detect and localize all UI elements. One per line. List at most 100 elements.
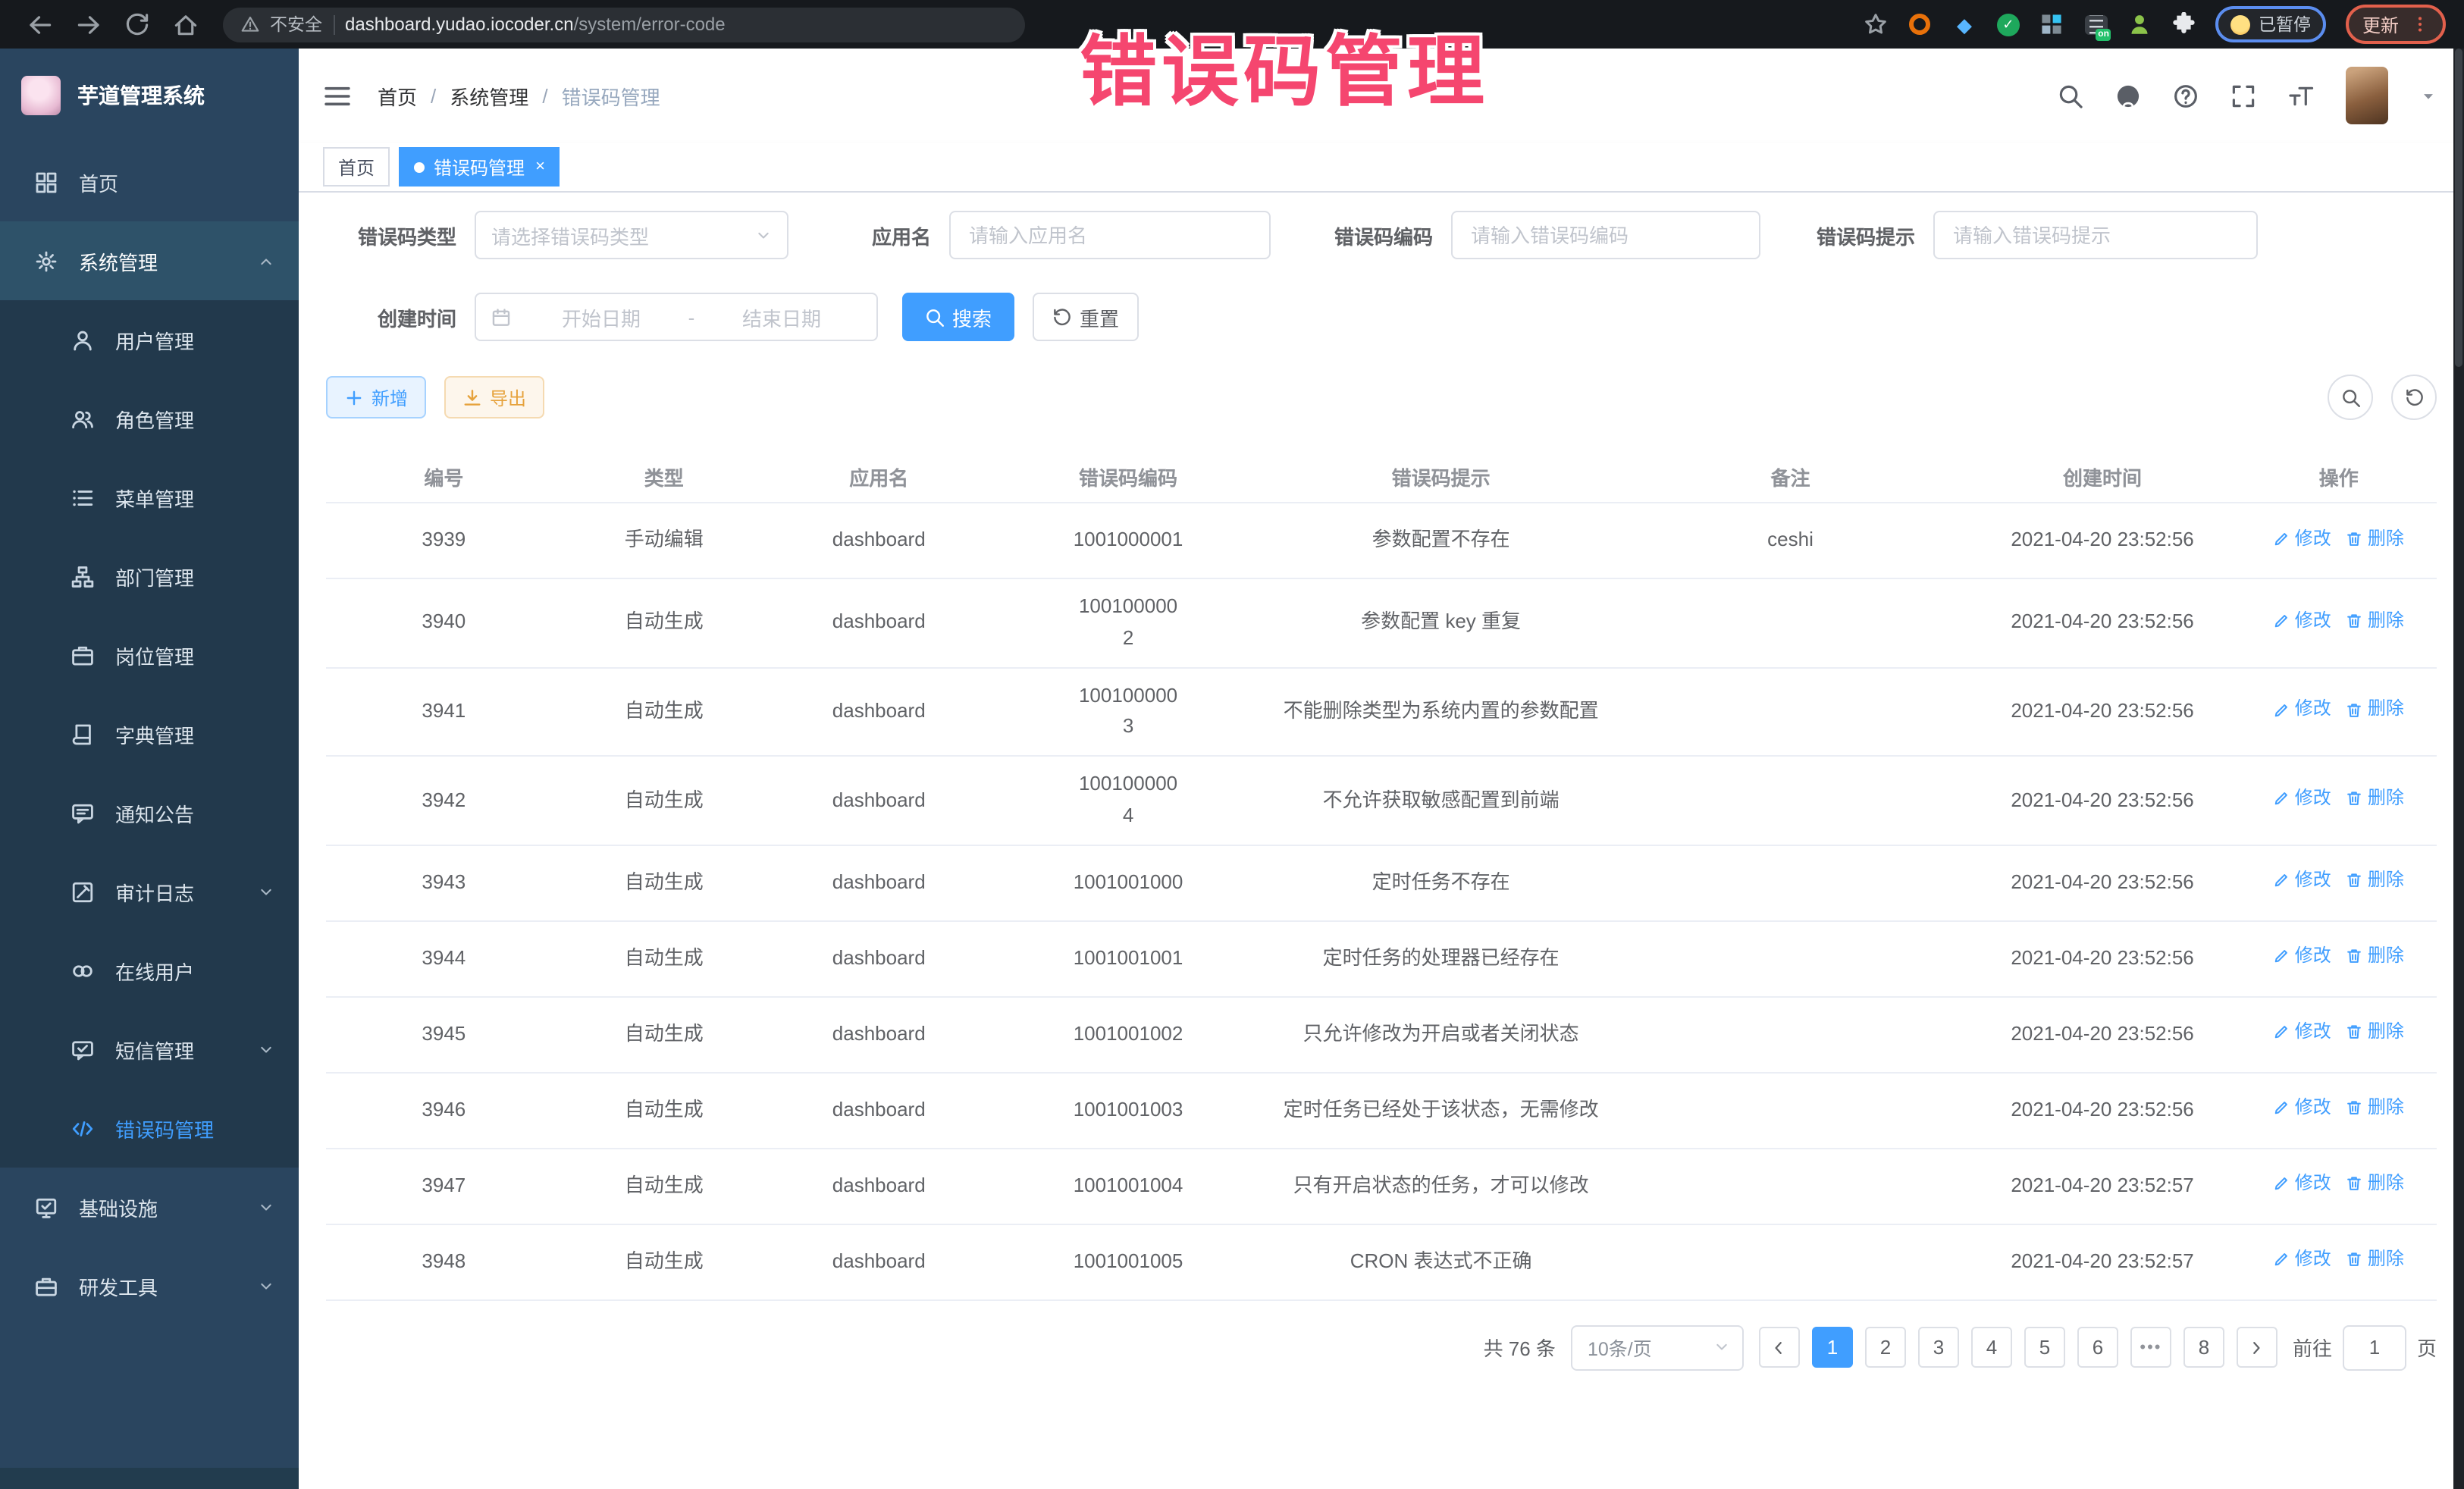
page-button-3[interactable]: 3 bbox=[1918, 1328, 1959, 1368]
delete-link[interactable]: 删除 bbox=[2346, 1094, 2404, 1123]
edit-link[interactable]: 修改 bbox=[2274, 524, 2331, 553]
edit-link[interactable]: 修改 bbox=[2274, 1246, 2331, 1274]
delete-link[interactable]: 删除 bbox=[2346, 784, 2404, 813]
sidebar-item-9[interactable]: 审计日志 bbox=[0, 852, 299, 931]
next-page-button[interactable] bbox=[2237, 1328, 2277, 1368]
delete-link[interactable]: 删除 bbox=[2346, 1170, 2404, 1199]
tab-error-code[interactable]: 错误码管理 × bbox=[399, 147, 560, 187]
caret-down-icon[interactable] bbox=[2420, 87, 2437, 104]
window-scrollbar[interactable] bbox=[2453, 49, 2464, 1489]
sidebar-item-8[interactable]: 通知公告 bbox=[0, 773, 299, 852]
goto-page-input[interactable] bbox=[2343, 1325, 2406, 1371]
fullscreen-icon[interactable] bbox=[2230, 83, 2256, 108]
page-button-8[interactable]: 8 bbox=[2183, 1328, 2224, 1368]
refresh-table-button[interactable] bbox=[2391, 375, 2437, 420]
error-message-input[interactable] bbox=[1950, 222, 2241, 248]
edit-link[interactable]: 修改 bbox=[2274, 607, 2331, 635]
edit-link[interactable]: 修改 bbox=[2274, 784, 2331, 813]
edit-link[interactable]: 修改 bbox=[2274, 1018, 2331, 1047]
delete-link[interactable]: 删除 bbox=[2346, 524, 2404, 553]
error-type-select[interactable]: 请选择错误码类型 bbox=[475, 211, 788, 259]
sidebar-item-0[interactable]: 首页 bbox=[0, 143, 299, 221]
page-button-6[interactable]: 6 bbox=[2077, 1328, 2118, 1368]
sidebar-item-7[interactable]: 字典管理 bbox=[0, 694, 299, 773]
blue-gem-extension-icon[interactable]: ◆ bbox=[1952, 12, 1977, 36]
pager-ellipsis[interactable]: ••• bbox=[2130, 1328, 2171, 1368]
tab-home[interactable]: 首页 bbox=[323, 147, 390, 187]
back-icon[interactable] bbox=[27, 11, 53, 37]
sidebar-item-13[interactable]: 基础设施 bbox=[0, 1168, 299, 1246]
add-button[interactable]: 新增 bbox=[326, 376, 426, 418]
breadcrumb-home[interactable]: 首页 bbox=[378, 81, 417, 110]
hamburger-icon[interactable] bbox=[323, 81, 352, 110]
sidebar-item-6[interactable]: 岗位管理 bbox=[0, 616, 299, 694]
page-button-5[interactable]: 5 bbox=[2024, 1328, 2065, 1368]
search-icon[interactable] bbox=[2058, 83, 2083, 108]
sidebar-collapse-bar[interactable] bbox=[0, 1468, 299, 1489]
sidebar-item-2[interactable]: 用户管理 bbox=[0, 300, 299, 379]
url-text[interactable]: dashboard.yudao.iocoder.cn/system/error-… bbox=[345, 14, 726, 35]
search-button[interactable]: 搜索 bbox=[902, 293, 1014, 341]
filter-label-app: 应用名 bbox=[825, 221, 931, 249]
tab-close-icon[interactable]: × bbox=[535, 158, 545, 175]
reset-button[interactable]: 重置 bbox=[1033, 293, 1139, 341]
browser-update-button[interactable]: 更新 bbox=[2346, 5, 2446, 44]
bookmark-star-icon[interactable] bbox=[1864, 12, 1889, 36]
sidebar-item-3[interactable]: 角色管理 bbox=[0, 379, 299, 458]
home-icon[interactable] bbox=[173, 11, 199, 37]
reload-icon[interactable] bbox=[124, 11, 150, 37]
list-on-extension-icon[interactable]: on bbox=[2084, 12, 2108, 36]
infra-icon bbox=[35, 1196, 58, 1218]
delete-link[interactable]: 删除 bbox=[2346, 1246, 2404, 1274]
sidebar-item-12[interactable]: 错误码管理 bbox=[0, 1089, 299, 1168]
app-name-input[interactable] bbox=[966, 222, 1254, 248]
error-code-input[interactable] bbox=[1468, 222, 1744, 248]
scrollbar-thumb[interactable] bbox=[2455, 49, 2462, 367]
help-icon[interactable] bbox=[2173, 83, 2199, 108]
puzzle-extension-icon[interactable] bbox=[2172, 12, 2196, 36]
breadcrumb-system[interactable]: 系统管理 bbox=[450, 81, 528, 110]
green-check-extension-icon[interactable]: ✓ bbox=[1996, 12, 2020, 36]
page-size-select[interactable]: 10条/页 bbox=[1571, 1325, 1744, 1371]
toggle-search-button[interactable] bbox=[2328, 375, 2373, 420]
page-button-1[interactable]: 1 bbox=[1812, 1328, 1853, 1368]
browser-window: 不安全 dashboard.yudao.iocoder.cn/system/er… bbox=[0, 0, 2464, 1489]
address-bar[interactable]: 不安全 dashboard.yudao.iocoder.cn/system/er… bbox=[223, 7, 1025, 42]
delete-link[interactable]: 删除 bbox=[2346, 695, 2404, 724]
edit-link[interactable]: 修改 bbox=[2274, 1094, 2331, 1123]
edit-link[interactable]: 修改 bbox=[2274, 695, 2331, 724]
sidebar-item-5[interactable]: 部门管理 bbox=[0, 537, 299, 616]
export-button[interactable]: 导出 bbox=[444, 376, 544, 418]
not-secure-icon[interactable] bbox=[241, 15, 259, 33]
page-button-4[interactable]: 4 bbox=[1971, 1328, 2012, 1368]
not-secure-label[interactable]: 不安全 bbox=[270, 12, 322, 36]
green-agent-extension-icon[interactable] bbox=[2128, 12, 2152, 36]
sidebar-item-11[interactable]: 短信管理 bbox=[0, 1010, 299, 1089]
app-logo[interactable]: 芋道管理系统 bbox=[0, 49, 299, 143]
edit-link[interactable]: 修改 bbox=[2274, 942, 2331, 971]
sidebar-item-1[interactable]: 系统管理 bbox=[0, 221, 299, 300]
previous-page-button[interactable] bbox=[1759, 1328, 1800, 1368]
page-button-2[interactable]: 2 bbox=[1865, 1328, 1906, 1368]
orange-ring-extension-icon[interactable] bbox=[1908, 12, 1933, 36]
row-type: 自动生成 bbox=[562, 997, 766, 1073]
delete-link[interactable]: 删除 bbox=[2346, 942, 2404, 971]
user-avatar[interactable] bbox=[2346, 67, 2388, 124]
sidebar-item-4[interactable]: 菜单管理 bbox=[0, 458, 299, 537]
edit-link[interactable]: 修改 bbox=[2274, 867, 2331, 895]
filter-row-1: 错误码类型 请选择错误码类型 应用名 错误码编码 错误码提示 bbox=[326, 211, 2437, 259]
font-size-icon[interactable] bbox=[2288, 83, 2314, 108]
paused-profile-badge[interactable]: 已暂停 bbox=[2216, 6, 2326, 42]
delete-link[interactable]: 删除 bbox=[2346, 607, 2404, 635]
edit-link[interactable]: 修改 bbox=[2274, 1170, 2331, 1199]
forward-icon[interactable] bbox=[76, 11, 102, 37]
delete-link[interactable]: 删除 bbox=[2346, 1018, 2404, 1047]
table-toolbar: 新增 导出 bbox=[326, 375, 2437, 420]
delete-link[interactable]: 删除 bbox=[2346, 867, 2404, 895]
blue-grid-extension-icon[interactable] bbox=[2040, 12, 2064, 36]
sidebar-item-14[interactable]: 研发工具 bbox=[0, 1246, 299, 1325]
sidebar-item-10[interactable]: 在线用户 bbox=[0, 931, 299, 1010]
browser-menu-icon[interactable] bbox=[2411, 15, 2429, 33]
github-icon[interactable] bbox=[2115, 83, 2141, 108]
date-range-picker[interactable]: 开始日期 - 结束日期 bbox=[475, 293, 878, 341]
